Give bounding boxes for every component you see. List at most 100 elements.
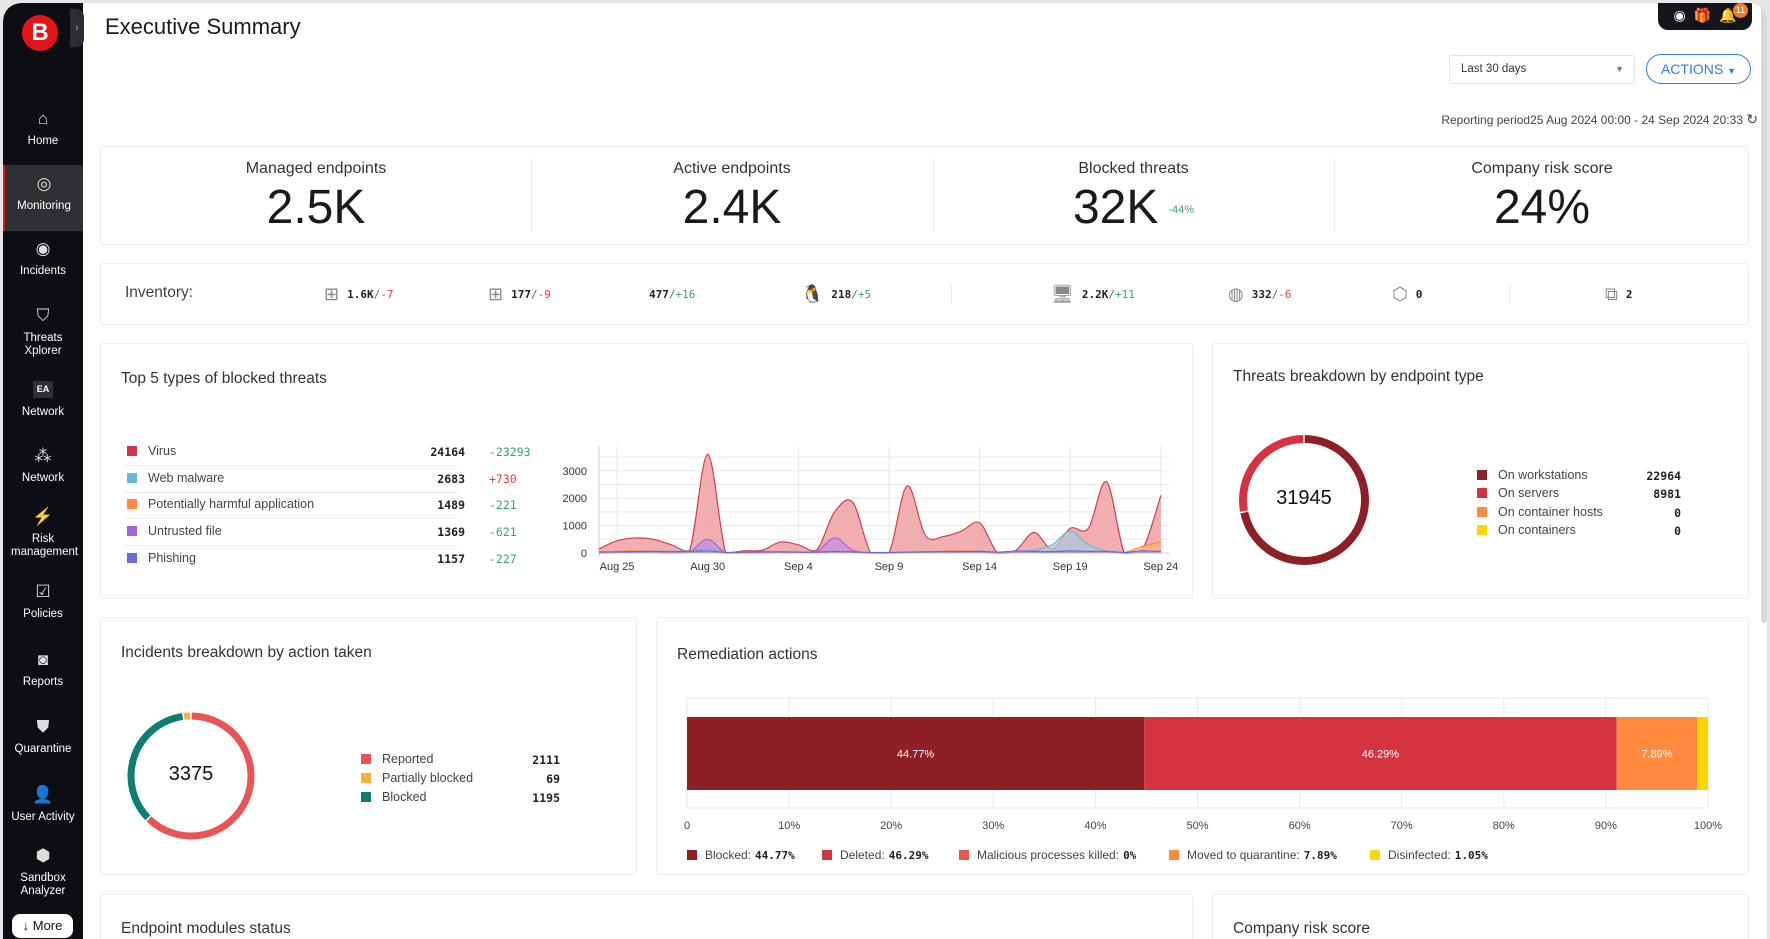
sidebar-item-policies[interactable]: ☑ Policies	[3, 575, 83, 621]
sidebar-item-monitoring[interactable]: ◎ Monitoring	[3, 165, 83, 231]
sidebar-item-home[interactable]: ⌂ Home	[3, 102, 83, 148]
sidebar-item-threats-xplorer[interactable]: ⛉ Threats Xplorer	[3, 299, 83, 358]
legend-item[interactable]: Deleted: 46.29%	[822, 848, 928, 862]
sidebar-item-label: Network	[21, 406, 65, 418]
legend-item-phishing[interactable]: Phishing	[127, 551, 196, 565]
sidebar-item-incidents[interactable]: ◉ Incidents	[3, 232, 83, 278]
incidents-card: Incidents breakdown by action taken 3375…	[100, 617, 637, 875]
legend-label: Moved to quarantine:	[1187, 848, 1300, 862]
kpi-label: Blocked threats	[1078, 160, 1189, 177]
more-button[interactable]: ↓ More	[12, 914, 73, 938]
inventory-delta: +11	[1114, 287, 1135, 301]
legend-item-partially-blocked[interactable]: Partially blocked	[361, 771, 473, 785]
legend-item-on-containers[interactable]: On containers	[1477, 523, 1576, 537]
sidebar-item-risk-management[interactable]: ⚡ Risk management	[3, 500, 83, 559]
sidebar-item-label: Home	[27, 135, 59, 147]
legend-item-blocked[interactable]: Blocked	[361, 790, 426, 804]
legend-item-reported[interactable]: Reported	[361, 752, 433, 766]
threat-delta: -23293	[489, 445, 531, 459]
reports-icon: ◙	[37, 650, 49, 669]
legend-swatch	[822, 850, 832, 860]
threats-breakdown-card: Threats breakdown by endpoint type 31945…	[1212, 343, 1749, 599]
legend-item[interactable]: Moved to quarantine: 7.89%	[1169, 848, 1337, 862]
sandbox-icon: ⬢	[35, 846, 51, 865]
physical-machine-icon: 🖥	[1051, 283, 1074, 305]
kpi-blocked-threats[interactable]: Blocked threats 32K -44%	[933, 147, 1334, 244]
refresh-icon[interactable]: ↻	[1746, 111, 1758, 127]
sidebar-item-network[interactable]: EA Network	[3, 375, 83, 419]
period-select[interactable]: Last 30 days ▼	[1449, 55, 1635, 84]
card-title: Endpoint modules status	[121, 920, 291, 937]
threat-count: 2683	[437, 472, 465, 486]
kpi-managed-endpoints[interactable]: Managed endpoints 2.5K	[101, 147, 531, 244]
kpi-label: Company risk score	[1471, 160, 1613, 177]
inventory-item[interactable]: 🐧 218/+5	[801, 264, 871, 324]
inventory-count: 177	[511, 287, 531, 301]
expand-sidebar-chevron-icon[interactable]: ›	[70, 9, 84, 47]
legend-item-untrusted-file[interactable]: Untrusted file	[127, 524, 222, 538]
slash: /	[851, 287, 858, 301]
sidebar-item-label: Quarantine	[14, 743, 72, 755]
sidebar-item-reports[interactable]: ◙ Reports	[3, 643, 83, 689]
chevron-down-icon: ▼	[1615, 64, 1624, 74]
sidebar-item-user-activity[interactable]: 👤 User Activity	[3, 778, 83, 824]
row-divider	[123, 465, 458, 466]
donut-total: 3375	[168, 763, 214, 785]
legend-label: On servers	[1498, 486, 1560, 500]
legend-item[interactable]: Malicious processes killed: 0%	[959, 848, 1136, 862]
inventory-value: 332/-6	[1252, 288, 1292, 301]
kpi-company-risk[interactable]: Company risk score 24%	[1334, 147, 1750, 244]
linux-icon: 🐧	[801, 283, 824, 305]
actions-button[interactable]: ACTIONS ▼	[1646, 54, 1751, 84]
bar-data-label: 46.29%	[1362, 749, 1400, 761]
legend-value: 2111	[532, 753, 560, 767]
legend-item-potentially-harmful-application[interactable]: Potentially harmful application	[127, 497, 314, 511]
inventory-item[interactable]: 🖥 2.2K/+11	[1051, 264, 1135, 324]
x-tick-label: Sep 24	[1143, 561, 1178, 573]
legend-swatch	[361, 754, 371, 764]
gift-icon[interactable]: 🎁	[1694, 7, 1711, 24]
top-threats-card: Top 5 types of blocked threats 0 1000 2000…	[100, 343, 1193, 599]
legend-label: On workstations	[1498, 468, 1588, 482]
bitdefender-logo[interactable]: B	[22, 15, 58, 51]
inventory-item[interactable]: ⬡ 0	[1392, 264, 1422, 324]
inventory-item[interactable]: 477/+16	[641, 264, 695, 324]
account-icon[interactable]: ◉	[1673, 7, 1685, 24]
policies-icon: ☑	[35, 582, 51, 601]
legend-item-on-servers[interactable]: On servers	[1477, 486, 1559, 500]
legend-label: Blocked:	[705, 848, 752, 862]
inventory-count: 1.6K	[347, 287, 374, 301]
page-title: Executive Summary	[105, 14, 301, 39]
inventory-value: 2.2K/+11	[1082, 288, 1135, 301]
sidebar-item-label: Incidents	[19, 265, 67, 277]
kpi-value: 2.5K	[266, 181, 366, 234]
sidebar-item-label: Sandbox Analyzer	[20, 872, 66, 897]
legend-item-on-workstations[interactable]: On workstations	[1477, 468, 1588, 482]
legend-item[interactable]: Blocked: 44.77%	[687, 848, 795, 862]
sidebar-item-network[interactable]: ⁂ Network	[3, 439, 83, 485]
inventory-value: 177/-9	[511, 288, 551, 301]
inventory-item[interactable]: ◍ 332/-6	[1228, 264, 1291, 324]
inventory-value: 0	[1416, 288, 1423, 301]
inventory-item[interactable]: ⧉ 2	[1605, 264, 1632, 324]
x-tick-label: 100%	[1694, 820, 1722, 832]
inventory-item[interactable]: ⊞ 1.6K/-7	[324, 264, 393, 324]
sidebar-item-sandbox-analyzer[interactable]: ⬢ Sandbox Analyzer	[3, 839, 83, 898]
legend-item-virus[interactable]: Virus	[127, 444, 176, 458]
inventory-item[interactable]: ⊞ 177/-9	[488, 264, 551, 324]
kpi-active-endpoints[interactable]: Active endpoints 2.4K	[531, 147, 933, 244]
x-tick-label: 70%	[1391, 820, 1413, 832]
legend-swatch	[1477, 470, 1487, 480]
quarantine-icon: ⛊	[36, 717, 50, 736]
legend-swatch	[127, 446, 137, 456]
endpoint-modules-card: Endpoint modules status	[100, 894, 1193, 939]
legend-swatch	[361, 792, 371, 802]
sidebar-item-quarantine[interactable]: ⛊ Quarantine	[3, 710, 83, 756]
legend-item-web-malware[interactable]: Web malware	[127, 471, 224, 485]
x-tick-label: 40%	[1084, 820, 1106, 832]
bar-data-label: 44.77%	[897, 749, 935, 761]
scrollbar[interactable]	[1761, 3, 1767, 623]
legend-item[interactable]: Disinfected: 1.05%	[1370, 848, 1488, 862]
threat-count: 1369	[437, 525, 465, 539]
legend-item-on-container-hosts[interactable]: On container hosts	[1477, 505, 1603, 519]
